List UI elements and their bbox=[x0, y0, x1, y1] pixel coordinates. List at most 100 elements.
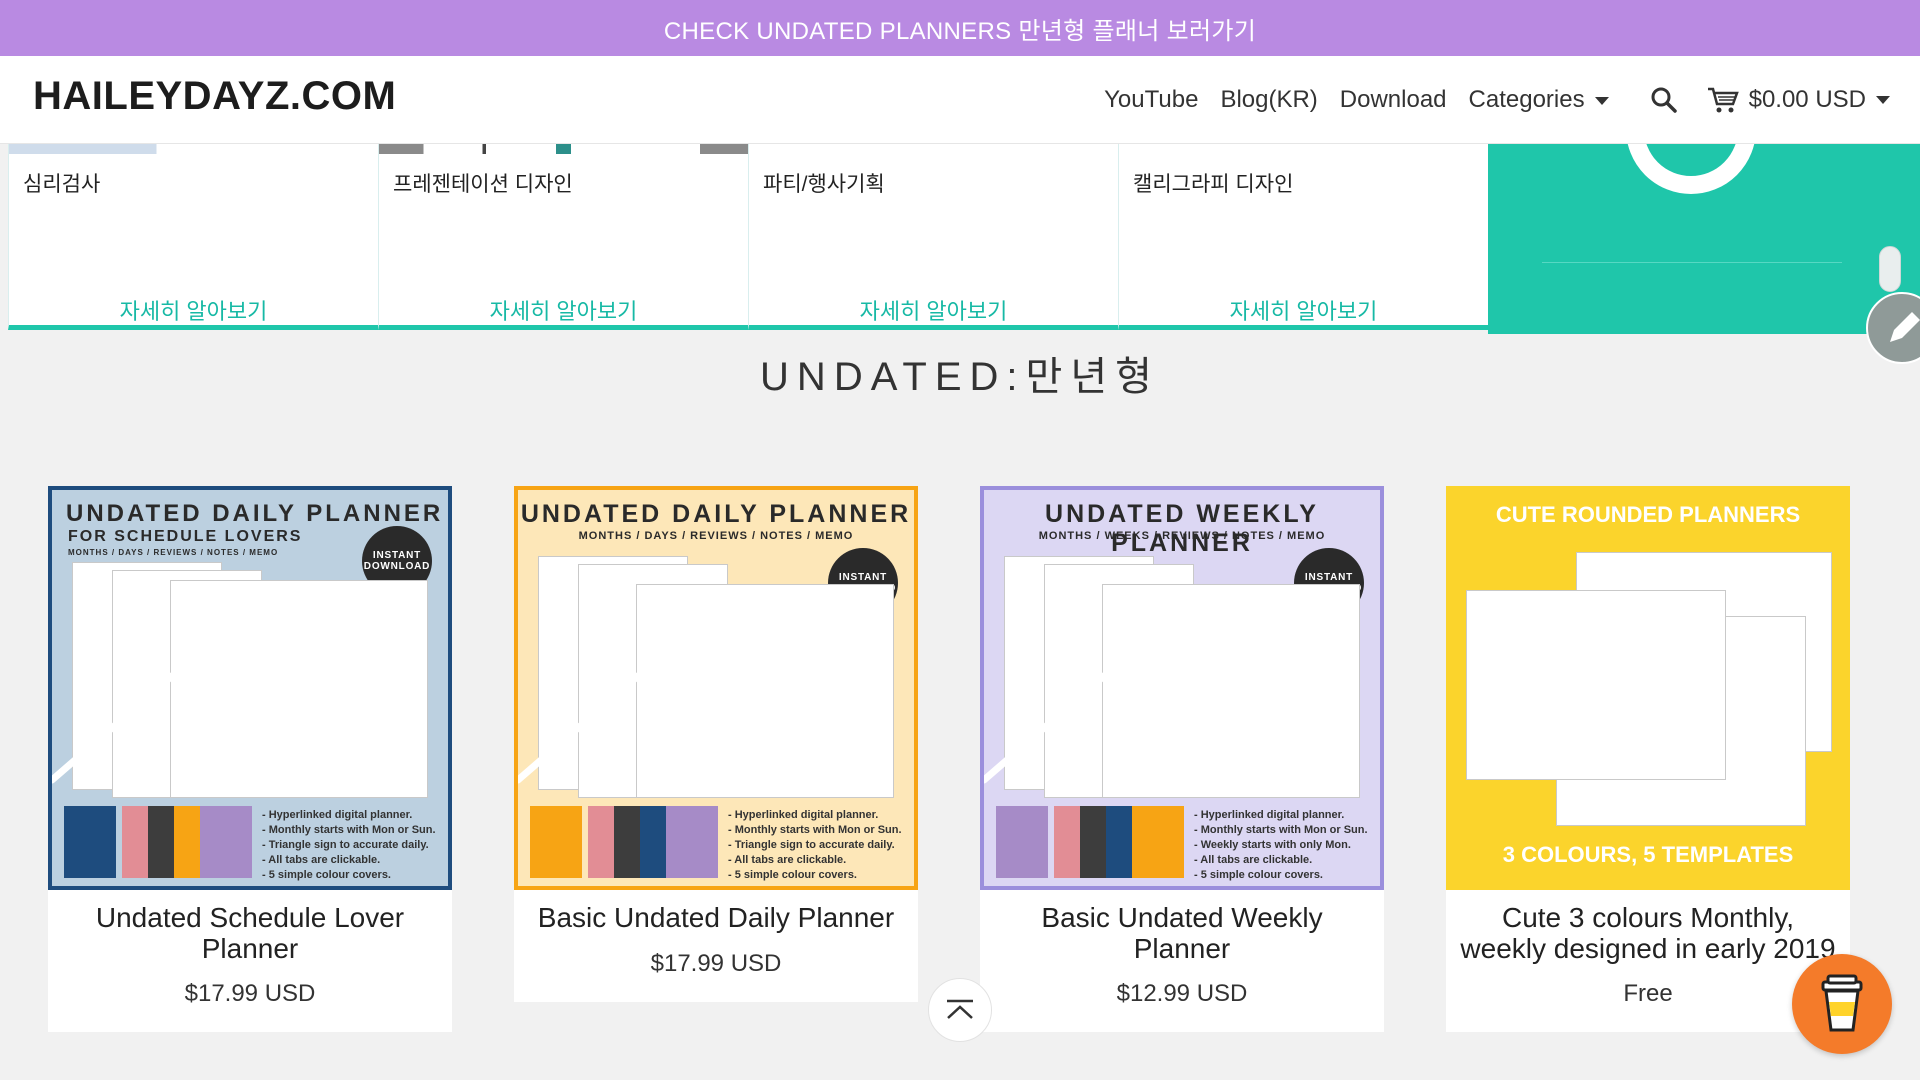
cover-title: CUTE ROUNDED PLANNERS bbox=[1495, 502, 1801, 527]
feature-item: - 5 simple colour covers. bbox=[262, 869, 391, 881]
planner-page bbox=[1466, 590, 1726, 780]
cover-swatch bbox=[614, 806, 640, 878]
card-thumbnail bbox=[379, 144, 748, 154]
cover-swatch bbox=[640, 806, 666, 878]
feature-item: - Hyperlinked digital planner. bbox=[262, 809, 413, 821]
cover-swatch bbox=[1132, 806, 1184, 878]
card-title: 심리검사 bbox=[23, 173, 101, 196]
product-name[interactable]: Basic Undated Weekly Planner bbox=[990, 902, 1374, 964]
main-nav: YouTube Blog(KR) Download Categories $0.… bbox=[1082, 56, 1890, 144]
product-price: $12.99 USD bbox=[1116, 980, 1248, 1007]
learn-more-link[interactable]: 자세히 알아보기 bbox=[1119, 294, 1488, 326]
cover-swatch bbox=[1054, 806, 1080, 878]
cover-swatch bbox=[174, 806, 200, 878]
cart-total: $0.00 USD bbox=[1748, 86, 1866, 113]
nav-blog[interactable]: Blog(KR) bbox=[1220, 86, 1317, 114]
chevron-down-icon bbox=[1876, 96, 1890, 104]
card-thumbnail bbox=[9, 144, 378, 154]
learn-more-link[interactable]: 자세히 알아보기 bbox=[749, 294, 1118, 326]
search-icon[interactable] bbox=[1649, 85, 1679, 115]
feature-item: - Monthly starts with Mon or Sun. bbox=[262, 824, 436, 836]
nav-categories[interactable]: Categories bbox=[1469, 86, 1609, 114]
product-image[interactable]: UNDATED WEEKLY PLANNER MONTHS / WEEKS / … bbox=[980, 486, 1384, 890]
feature-item: - 5 simple colour covers. bbox=[728, 869, 857, 881]
cover-tagline: MONTHS / DAYS / REVIEWS / NOTES / MEMO bbox=[578, 530, 854, 542]
category-card[interactable]: 파티/행사기획 자세히 알아보기 bbox=[748, 144, 1118, 330]
cover-title: UNDATED DAILY PLANNER bbox=[66, 500, 444, 527]
category-card[interactable]: 프레젠테이션 디자인 자세히 알아보기 bbox=[378, 144, 748, 330]
nav-download[interactable]: Download bbox=[1340, 86, 1447, 114]
feature-list: - Hyperlinked digital planner. - Monthly… bbox=[728, 808, 902, 883]
product-name[interactable]: Cute 3 colours Monthly, weekly designed … bbox=[1456, 902, 1840, 964]
card-title: 캘리그라피 디자인 bbox=[1133, 173, 1294, 196]
site-logo[interactable]: HAILEYDAYZ.COM bbox=[33, 74, 396, 119]
cover-footer: 3 COLOURS, 5 TEMPLATES bbox=[1502, 842, 1794, 867]
learn-more-link[interactable]: 자세히 알아보기 bbox=[379, 294, 748, 326]
feature-item: - Hyperlinked digital planner. bbox=[1194, 809, 1345, 821]
cover-swatch bbox=[666, 806, 718, 878]
feature-item: - 5 simple colour covers. bbox=[1194, 869, 1323, 881]
category-card[interactable]: 캘리그라피 디자인 자세히 알아보기 bbox=[1118, 144, 1488, 330]
product-card[interactable]: UNDATED DAILY PLANNER FOR SCHEDULE LOVER… bbox=[48, 486, 452, 1032]
feature-item: - Monthly starts with Mon or Sun. bbox=[1194, 824, 1368, 836]
cart-icon bbox=[1707, 87, 1739, 113]
cover-swatch bbox=[1080, 806, 1106, 878]
coffee-cup-icon bbox=[1821, 974, 1863, 1032]
product-image[interactable]: UNDATED DAILY PLANNER MONTHS / DAYS / RE… bbox=[514, 486, 918, 890]
category-card[interactable]: 심리검사 자세히 알아보기 bbox=[8, 144, 378, 330]
product-price: Free bbox=[1623, 980, 1673, 1007]
cover-swatch bbox=[530, 806, 582, 878]
cover-swatch bbox=[200, 806, 252, 878]
feature-list: - Hyperlinked digital planner. - Monthly… bbox=[262, 808, 436, 883]
card-title: 프레젠테이션 디자인 bbox=[393, 173, 573, 196]
cover-swatch bbox=[122, 806, 148, 878]
learn-more-link[interactable]: 자세히 알아보기 bbox=[9, 294, 378, 326]
promo-banner-text[interactable]: CHECK UNDATED PLANNERS 만년형 플래너 보러가기 bbox=[664, 11, 1256, 46]
feature-item: - All tabs are clickable. bbox=[1194, 854, 1313, 866]
cover-swatch bbox=[148, 806, 174, 878]
product-card[interactable]: CUTE ROUNDED PLANNERS 3 COLOURS, 5 TEMPL… bbox=[1446, 486, 1850, 1032]
product-card[interactable]: UNDATED DAILY PLANNER MONTHS / DAYS / RE… bbox=[514, 486, 918, 1002]
back-to-top-button[interactable] bbox=[928, 978, 992, 1042]
section-title: UNDATED:만년형 bbox=[760, 355, 1160, 399]
divider bbox=[1542, 262, 1842, 263]
product-name[interactable]: Basic Undated Daily Planner bbox=[524, 902, 908, 933]
product-image[interactable]: CUTE ROUNDED PLANNERS 3 COLOURS, 5 TEMPL… bbox=[1446, 486, 1850, 890]
nav-categories-label: Categories bbox=[1468, 86, 1585, 113]
cover-tagline: MONTHS / WEEKS / REVIEWS / NOTES / MEMO bbox=[1038, 530, 1326, 542]
buy-me-coffee-button[interactable] bbox=[1792, 954, 1892, 1054]
promo-graphic bbox=[1488, 144, 1920, 334]
feature-list: - Hyperlinked digital planner. - Monthly… bbox=[1194, 808, 1368, 883]
cover-swatch bbox=[588, 806, 614, 878]
category-cards: 심리검사 자세히 알아보기 프레젠테이션 디자인 자세히 알아보기 파티/행사기… bbox=[8, 144, 1488, 330]
card-title: 파티/행사기획 bbox=[763, 173, 885, 196]
cover-swatch bbox=[64, 806, 116, 878]
product-price: $17.99 USD bbox=[184, 980, 316, 1007]
product-image[interactable]: UNDATED DAILY PLANNER FOR SCHEDULE LOVER… bbox=[48, 486, 452, 890]
chevron-up-icon bbox=[947, 999, 973, 1019]
cart-button[interactable]: $0.00 USD bbox=[1707, 86, 1890, 114]
product-card[interactable]: UNDATED WEEKLY PLANNER MONTHS / WEEKS / … bbox=[980, 486, 1384, 1032]
feature-item: - Weekly starts with only Mon. bbox=[1194, 839, 1351, 851]
feature-item: - Monthly starts with Mon or Sun. bbox=[728, 824, 902, 836]
nav-youtube[interactable]: YouTube bbox=[1104, 86, 1198, 114]
ring-graphic bbox=[1626, 144, 1756, 194]
feature-item: - All tabs are clickable. bbox=[728, 854, 847, 866]
product-price: $17.99 USD bbox=[650, 950, 782, 977]
cover-swatch bbox=[1106, 806, 1132, 878]
feature-item: - All tabs are clickable. bbox=[262, 854, 381, 866]
feature-item: - Triangle sign to accurate daily. bbox=[262, 839, 429, 851]
product-name[interactable]: Undated Schedule Lover Planner bbox=[58, 902, 442, 964]
stylus-graphic bbox=[52, 646, 206, 784]
cover-swatch bbox=[996, 806, 1048, 878]
feature-item: - Hyperlinked digital planner. bbox=[728, 809, 879, 821]
site-header: HAILEYDAYZ.COM YouTube Blog(KR) Download… bbox=[0, 56, 1920, 144]
chevron-down-icon bbox=[1594, 96, 1609, 105]
cover-title: UNDATED DAILY PLANNER bbox=[520, 500, 912, 528]
feature-item: - Triangle sign to accurate daily. bbox=[728, 839, 895, 851]
scroll-handle[interactable] bbox=[1879, 246, 1901, 292]
stylus-graphic bbox=[984, 646, 1138, 784]
promo-banner[interactable]: CHECK UNDATED PLANNERS 만년형 플래너 보러가기 bbox=[0, 0, 1920, 56]
product-grid: UNDATED DAILY PLANNER FOR SCHEDULE LOVER… bbox=[48, 486, 1850, 1036]
stylus-graphic bbox=[518, 646, 672, 784]
